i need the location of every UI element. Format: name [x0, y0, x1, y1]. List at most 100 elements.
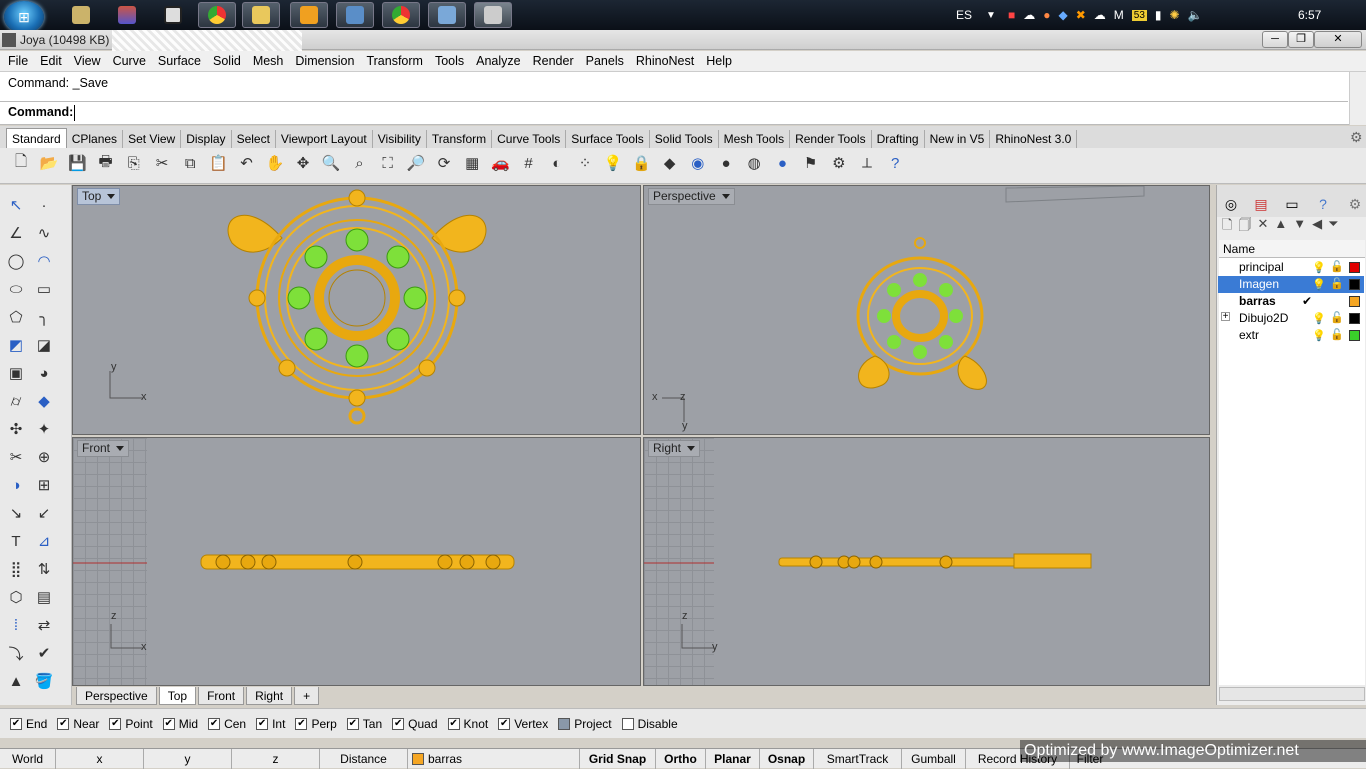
toolbar-tab-standard[interactable]: Standard: [6, 128, 67, 148]
dropdown-arrow-icon[interactable]: [687, 446, 696, 451]
lock-icon[interactable]: 🔒: [630, 152, 652, 174]
osnap-toggle[interactable]: Osnap: [760, 748, 814, 769]
layers-tab-icon[interactable]: ▤: [1248, 193, 1274, 215]
taskbar-app-4[interactable]: [336, 2, 374, 28]
gear-icon[interactable]: ⚙: [1350, 129, 1363, 146]
explode-icon[interactable]: ✦: [32, 417, 56, 441]
layer-icon[interactable]: ◆: [659, 152, 681, 174]
taskbar-app-2[interactable]: [108, 2, 146, 28]
viewport-label-right[interactable]: Right: [648, 440, 701, 457]
visibility-bulb-icon[interactable]: 💡: [1312, 261, 1326, 274]
brightness-icon[interactable]: ✺: [1170, 8, 1180, 22]
open-file-icon[interactable]: 📂: [38, 152, 60, 174]
menu-analyze[interactable]: Analyze: [470, 51, 526, 72]
osnap-point[interactable]: ✔ Point: [109, 717, 153, 731]
paste-icon[interactable]: 📋: [207, 152, 229, 174]
material-sphere-icon[interactable]: ●: [771, 152, 793, 174]
osnap-knot[interactable]: ✔ Knot: [447, 717, 488, 731]
lock-icon[interactable]: 🔓: [1330, 277, 1344, 290]
zoom-window-icon[interactable]: ⌕: [348, 152, 370, 174]
polygon-icon[interactable]: ⬠: [4, 305, 28, 329]
new-layer-icon[interactable]: 🗋: [1222, 216, 1232, 232]
taskbar-explorer[interactable]: [242, 2, 280, 28]
undo-icon[interactable]: ↶: [236, 152, 258, 174]
move-up-icon[interactable]: ▲: [1274, 216, 1287, 232]
fillet-icon[interactable]: ╮: [32, 305, 56, 329]
layer-color-swatch[interactable]: [1349, 262, 1360, 273]
toolbar-tab-select[interactable]: Select: [232, 130, 276, 148]
dimension-icon[interactable]: ⊿: [32, 529, 56, 553]
delete-layer-icon[interactable]: ✕: [1257, 216, 1268, 232]
toolbar-tab-transform[interactable]: Transform: [427, 130, 493, 148]
circle-icon[interactable]: ◯: [4, 249, 28, 273]
point-edit-icon[interactable]: ⁘: [574, 152, 596, 174]
minimize-button[interactable]: ─: [1262, 31, 1288, 48]
group-icon[interactable]: ⊞: [32, 473, 56, 497]
lock-icon[interactable]: 🔓: [1330, 311, 1344, 324]
layer-color-swatch[interactable]: [1349, 296, 1360, 307]
layer-name[interactable]: Dibujo2D: [1239, 311, 1288, 325]
osnap-disable[interactable]: Disable: [621, 717, 678, 731]
polyline-icon[interactable]: ∠: [4, 221, 28, 245]
osnap-vertex[interactable]: ✔ Vertex: [498, 717, 548, 731]
tray-badge[interactable]: 53: [1131, 9, 1147, 21]
toolbar-tab-drafting[interactable]: Drafting: [872, 130, 925, 148]
layer-hscrollbar[interactable]: [1219, 687, 1365, 701]
move-out-icon[interactable]: ◀: [1312, 216, 1322, 232]
checkbox[interactable]: ✔: [162, 717, 175, 730]
help-icon[interactable]: ?: [884, 152, 906, 174]
weather-icon[interactable]: ☁: [1094, 8, 1106, 22]
viewport-label-top[interactable]: Top: [77, 188, 121, 205]
check-icon[interactable]: ✔: [32, 641, 56, 665]
move-down-icon[interactable]: ▼: [1293, 216, 1306, 232]
mesh-icon[interactable]: ▲: [4, 669, 28, 693]
command-input[interactable]: [74, 105, 1344, 121]
align-icon[interactable]: ⇅: [32, 557, 56, 581]
viewport-tab-front[interactable]: Front: [198, 687, 245, 705]
layer-row-imagen[interactable]: Imagen 💡 🔓: [1218, 276, 1364, 293]
new-file-icon[interactable]: 🗋: [10, 152, 32, 174]
transform-icon[interactable]: ✣: [4, 417, 28, 441]
dropdown-arrow-icon[interactable]: [116, 446, 125, 451]
layer-name[interactable]: Imagen: [1239, 277, 1279, 291]
viewport-tab-right[interactable]: Right: [246, 687, 293, 705]
ellipse-icon[interactable]: ⬭: [4, 277, 28, 301]
menu-surface[interactable]: Surface: [152, 51, 207, 72]
osnap-end[interactable]: ✔ End: [10, 717, 47, 731]
menu-file[interactable]: File: [2, 51, 34, 72]
zoom-icon[interactable]: 🔍: [320, 152, 342, 174]
dropbox-icon[interactable]: ◆: [1059, 8, 1068, 22]
viewport-tab-perspective[interactable]: Perspective: [76, 687, 157, 705]
menu-render[interactable]: Render: [527, 51, 580, 72]
panel-settings-icon[interactable]: ⚙: [1342, 193, 1366, 215]
help-tab-icon[interactable]: ?: [1310, 193, 1336, 215]
volume-icon[interactable]: 🔈: [1188, 8, 1203, 22]
checkbox[interactable]: ✔: [57, 717, 70, 730]
viewport-perspective[interactable]: Perspective x z y: [643, 185, 1210, 435]
toolbar-tab-mesh-tools[interactable]: Mesh Tools: [719, 130, 791, 148]
copy-icon[interactable]: ⧉: [179, 152, 201, 174]
current-layer[interactable]: barras: [408, 748, 580, 769]
viewport-top[interactable]: Top y x: [72, 185, 641, 435]
osnap-int[interactable]: ✔ Int: [256, 717, 285, 731]
menu-tools[interactable]: Tools: [429, 51, 470, 72]
new-sublayer-icon[interactable]: 🗍: [1238, 216, 1251, 232]
chamfer-icon[interactable]: ↙: [32, 501, 56, 525]
osnap-tan[interactable]: ✔ Tan: [346, 717, 382, 731]
clock[interactable]: 6:57: [1298, 0, 1321, 30]
settings-icon[interactable]: ⚙: [828, 152, 850, 174]
toolbar-tab-new-in-v5[interactable]: New in V5: [925, 130, 991, 148]
fillet-edge-icon[interactable]: ↘: [4, 501, 28, 525]
lock-icon[interactable]: 🔓: [1330, 328, 1344, 341]
osnap-mid[interactable]: ✔ Mid: [162, 717, 198, 731]
osnap-near[interactable]: ✔ Near: [57, 717, 99, 731]
layer-color-swatch[interactable]: [1349, 279, 1360, 290]
layer-row-extr[interactable]: extr 💡 🔓: [1218, 327, 1364, 344]
checkbox[interactable]: ✔: [447, 717, 460, 730]
planar-toggle[interactable]: Planar: [706, 748, 760, 769]
viewport-label-perspective[interactable]: Perspective: [648, 188, 735, 205]
surface-icon[interactable]: ◩: [4, 333, 28, 357]
menu-solid[interactable]: Solid: [207, 51, 247, 72]
toolbar-tab-rhinonest-3-0[interactable]: RhinoNest 3.0: [990, 130, 1078, 148]
language-indicator[interactable]: ES: [956, 0, 972, 30]
